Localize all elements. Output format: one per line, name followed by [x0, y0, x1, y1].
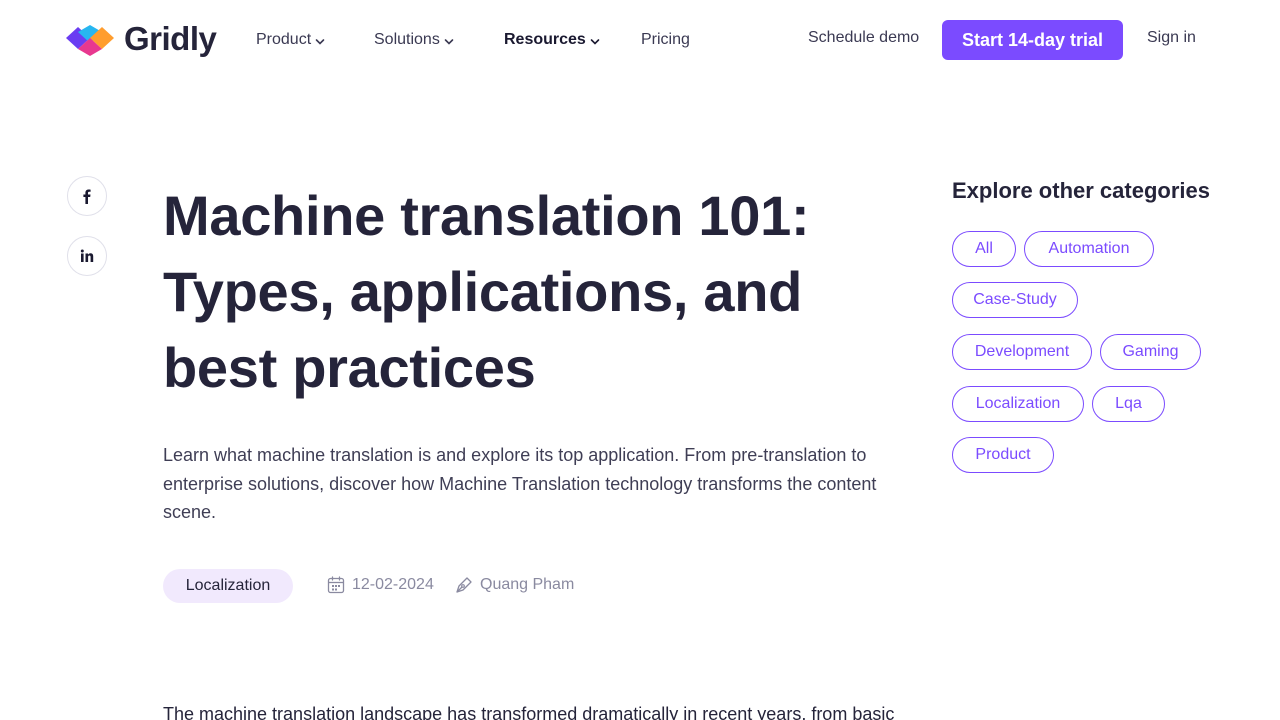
schedule-demo-link[interactable]: Schedule demo	[808, 29, 919, 47]
chevron-down-icon	[315, 38, 325, 45]
category-automation[interactable]: Automation	[1024, 231, 1154, 267]
site-header: Gridly Product Solutions Resources Prici…	[0, 0, 1280, 80]
logo-text: Gridly	[124, 20, 217, 57]
nav-label: Solutions	[374, 31, 440, 48]
article-title: Machine translation 101: Types, applicat…	[163, 184, 810, 399]
article-author: Quang Pham	[454, 575, 574, 595]
sidebar-title: Explore other categories	[952, 178, 1210, 203]
share-facebook-button[interactable]	[67, 176, 107, 216]
nav-resources[interactable]: Resources	[504, 29, 600, 51]
chevron-down-icon	[444, 38, 454, 45]
nav-product[interactable]: Product	[256, 29, 325, 51]
start-trial-button[interactable]: Start 14-day trial	[942, 20, 1123, 60]
category-all[interactable]: All	[952, 231, 1016, 267]
article-category-tag[interactable]: Localization	[163, 569, 293, 603]
sign-in-link[interactable]: Sign in	[1147, 29, 1196, 47]
category-localization[interactable]: Localization	[952, 386, 1084, 422]
nav-label: Resources	[504, 31, 586, 48]
share-linkedin-button[interactable]	[67, 236, 107, 276]
category-development[interactable]: Development	[952, 334, 1092, 370]
nav-label: Product	[256, 31, 312, 48]
article-lead: Learn what machine translation is and ex…	[163, 445, 877, 522]
calendar-icon	[327, 576, 345, 594]
linkedin-icon	[80, 249, 94, 262]
category-case-study[interactable]: Case-Study	[952, 282, 1078, 318]
nav-solutions[interactable]: Solutions	[374, 29, 454, 51]
chevron-down-icon	[590, 38, 600, 45]
category-product[interactable]: Product	[952, 437, 1054, 473]
facebook-icon	[83, 189, 91, 204]
nav-label: Pricing	[641, 31, 690, 48]
article-author-name: Quang Pham	[480, 576, 575, 593]
category-gaming[interactable]: Gaming	[1100, 334, 1201, 370]
nav-pricing[interactable]: Pricing	[641, 29, 690, 51]
gridly-logo-icon	[66, 25, 114, 56]
category-lqa[interactable]: Lqa	[1092, 386, 1165, 422]
article-body-paragraph: The machine translation landscape has tr…	[163, 704, 895, 720]
gridly-logo[interactable]: Gridly	[64, 20, 217, 58]
pen-icon	[456, 577, 472, 593]
article-date: 12-02-2024	[326, 575, 434, 595]
article-date-text: 12-02-2024	[352, 576, 434, 593]
